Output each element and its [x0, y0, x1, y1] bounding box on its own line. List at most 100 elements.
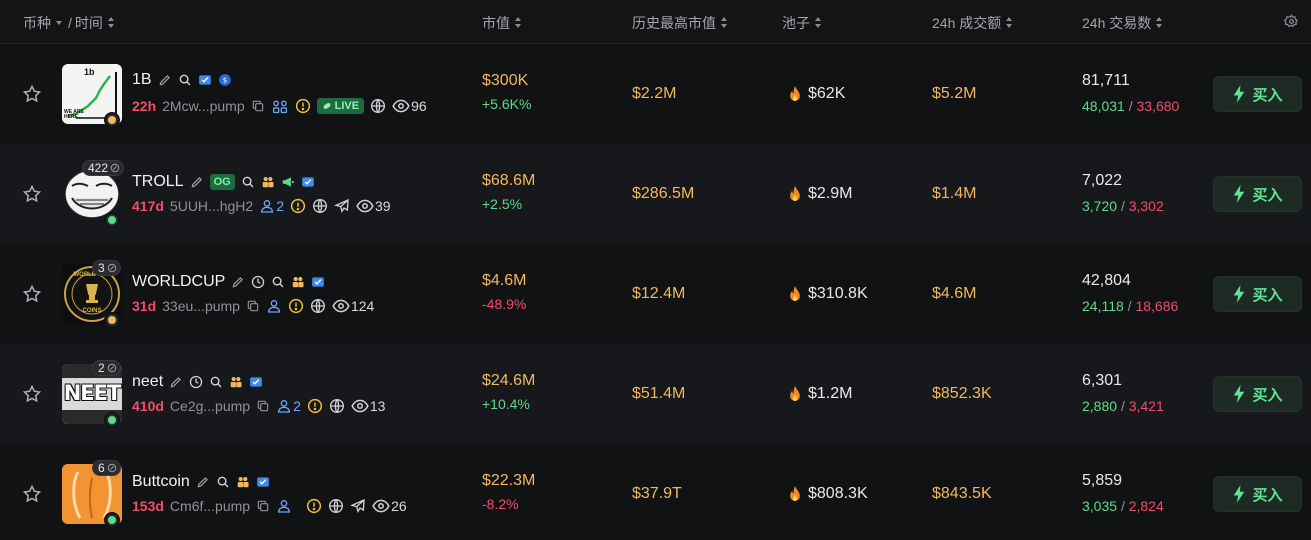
- edit-icon[interactable]: [169, 375, 183, 389]
- user-icon[interactable]: [259, 198, 275, 214]
- buy-button[interactable]: 买入: [1213, 176, 1302, 212]
- token-name[interactable]: TROLL: [132, 173, 184, 191]
- token-name[interactable]: WORLDCUP: [132, 273, 225, 291]
- verified-icon[interactable]: [249, 375, 263, 389]
- token-name[interactable]: 1B: [132, 71, 152, 89]
- table-row[interactable]: 1b WE ARE HERE 1B $ 22h 2Mcw...pump LIVE…: [0, 44, 1311, 144]
- copy-icon[interactable]: [246, 299, 260, 313]
- favorite-star-icon[interactable]: [22, 84, 42, 109]
- verified-icon[interactable]: [256, 475, 270, 489]
- favorite-star-icon[interactable]: [22, 484, 42, 509]
- tx-header[interactable]: 24h 交易数: [1082, 13, 1163, 33]
- user-icon[interactable]: [266, 298, 282, 314]
- ath-header[interactable]: 历史最高市值: [632, 13, 728, 33]
- buy-button[interactable]: 买入: [1213, 76, 1302, 112]
- mcap-header[interactable]: 市值: [482, 13, 522, 33]
- user-icon[interactable]: [276, 398, 292, 414]
- verified-icon[interactable]: [301, 175, 315, 189]
- telegram-icon[interactable]: [334, 198, 350, 214]
- globe-icon[interactable]: [370, 98, 386, 114]
- sort-icon[interactable]: [107, 17, 115, 29]
- table-row[interactable]: NEET 2 neet 410d Ce2g...pump 2 13 $24.6M…: [0, 344, 1311, 444]
- edit-icon[interactable]: [231, 275, 245, 289]
- edit-icon[interactable]: [158, 73, 172, 87]
- volume-column-label[interactable]: 24h 成交额: [932, 13, 1001, 33]
- favorite-star-icon[interactable]: [22, 284, 42, 309]
- sort-icon[interactable]: [721, 17, 728, 29]
- price-change: +5.6K%: [482, 96, 532, 112]
- search-icon[interactable]: [241, 175, 255, 189]
- globe-icon[interactable]: [310, 298, 326, 314]
- warning-icon[interactable]: [307, 398, 323, 414]
- copy-icon[interactable]: [256, 399, 270, 413]
- time-column-label[interactable]: 时间: [75, 13, 103, 33]
- coin-column-label[interactable]: 币种: [23, 13, 51, 33]
- contract-address[interactable]: 2Mcw...pump: [162, 98, 244, 114]
- tx-column-label[interactable]: 24h 交易数: [1082, 13, 1151, 33]
- user-icon[interactable]: [276, 498, 292, 514]
- dev-team-icon[interactable]: [229, 375, 243, 389]
- token-avatar[interactable]: WORLD CUP COINS 3: [62, 260, 122, 328]
- coin-time-header[interactable]: 币种 / 时间: [23, 13, 115, 33]
- token-avatar[interactable]: 422: [62, 160, 125, 228]
- volume-24h: $1.4M: [932, 185, 977, 202]
- ath-column-label[interactable]: 历史最高市值: [632, 13, 716, 33]
- edit-icon[interactable]: [196, 475, 210, 489]
- sort-icon[interactable]: [1156, 17, 1163, 29]
- favorite-star-icon[interactable]: [22, 184, 42, 209]
- table-row[interactable]: 6 Buttcoin 153d Cm6f...pump 26 $22.3M -8…: [0, 444, 1311, 540]
- dev-team-icon[interactable]: [291, 275, 305, 289]
- clock-icon[interactable]: [189, 375, 203, 389]
- token-avatar[interactable]: 6: [62, 460, 122, 528]
- favorite-star-icon[interactable]: [22, 384, 42, 409]
- buy-button[interactable]: 买入: [1213, 376, 1302, 412]
- search-icon[interactable]: [209, 375, 223, 389]
- mcap-column-label[interactable]: 市值: [482, 13, 510, 33]
- og-badge: OG: [209, 174, 235, 190]
- search-icon[interactable]: [216, 475, 230, 489]
- sort-icon[interactable]: [815, 17, 822, 29]
- clock-icon[interactable]: [251, 275, 265, 289]
- token-avatar[interactable]: 1b WE ARE HERE: [62, 64, 122, 128]
- sort-icon[interactable]: [1006, 17, 1013, 29]
- contract-address[interactable]: Ce2g...pump: [170, 398, 250, 414]
- token-name[interactable]: Buttcoin: [132, 473, 190, 491]
- contract-address[interactable]: Cm6f...pump: [170, 498, 250, 514]
- gear-icon[interactable]: [1283, 14, 1299, 32]
- token-avatar[interactable]: NEET 2: [62, 360, 122, 428]
- globe-icon[interactable]: [312, 198, 328, 214]
- contract-address[interactable]: 5UUH...hgH2: [170, 198, 253, 214]
- lightning-icon: [1234, 85, 1245, 103]
- buy-button[interactable]: 买入: [1213, 476, 1302, 512]
- megaphone-icon[interactable]: [281, 175, 295, 189]
- pool-column-label[interactable]: 池子: [782, 13, 810, 33]
- chevron-down-icon[interactable]: [56, 21, 62, 25]
- verified-icon[interactable]: [311, 275, 325, 289]
- warning-icon[interactable]: [295, 98, 311, 114]
- copy-icon[interactable]: [256, 499, 270, 513]
- coin-icon[interactable]: $: [218, 73, 232, 87]
- buy-button[interactable]: 买入: [1213, 276, 1302, 312]
- copy-icon[interactable]: [251, 99, 265, 113]
- telegram-icon[interactable]: [350, 498, 366, 514]
- live-badge[interactable]: LIVE: [316, 98, 365, 114]
- globe-icon[interactable]: [328, 498, 344, 514]
- dev-team-icon[interactable]: [236, 475, 250, 489]
- warning-icon[interactable]: [288, 298, 304, 314]
- contract-address[interactable]: 33eu...pump: [162, 298, 240, 314]
- globe-icon[interactable]: [329, 398, 345, 414]
- sort-icon[interactable]: [515, 17, 522, 29]
- token-name[interactable]: neet: [132, 373, 163, 391]
- holders-group-icon[interactable]: [271, 98, 289, 114]
- verified-icon[interactable]: [198, 73, 212, 87]
- volume-header[interactable]: 24h 成交额: [932, 13, 1013, 33]
- search-icon[interactable]: [271, 275, 285, 289]
- pool-header[interactable]: 池子: [782, 13, 822, 33]
- table-row[interactable]: 422 TROLL OG 417d 5UUH...hgH2 2 39 $68.6…: [0, 144, 1311, 244]
- warning-icon[interactable]: [306, 498, 322, 514]
- warning-icon[interactable]: [290, 198, 306, 214]
- table-row[interactable]: WORLD CUP COINS 3 WORLDCUP 31d 33eu...pu…: [0, 244, 1311, 344]
- edit-icon[interactable]: [190, 175, 204, 189]
- dev-team-icon[interactable]: [261, 175, 275, 189]
- search-icon[interactable]: [178, 73, 192, 87]
